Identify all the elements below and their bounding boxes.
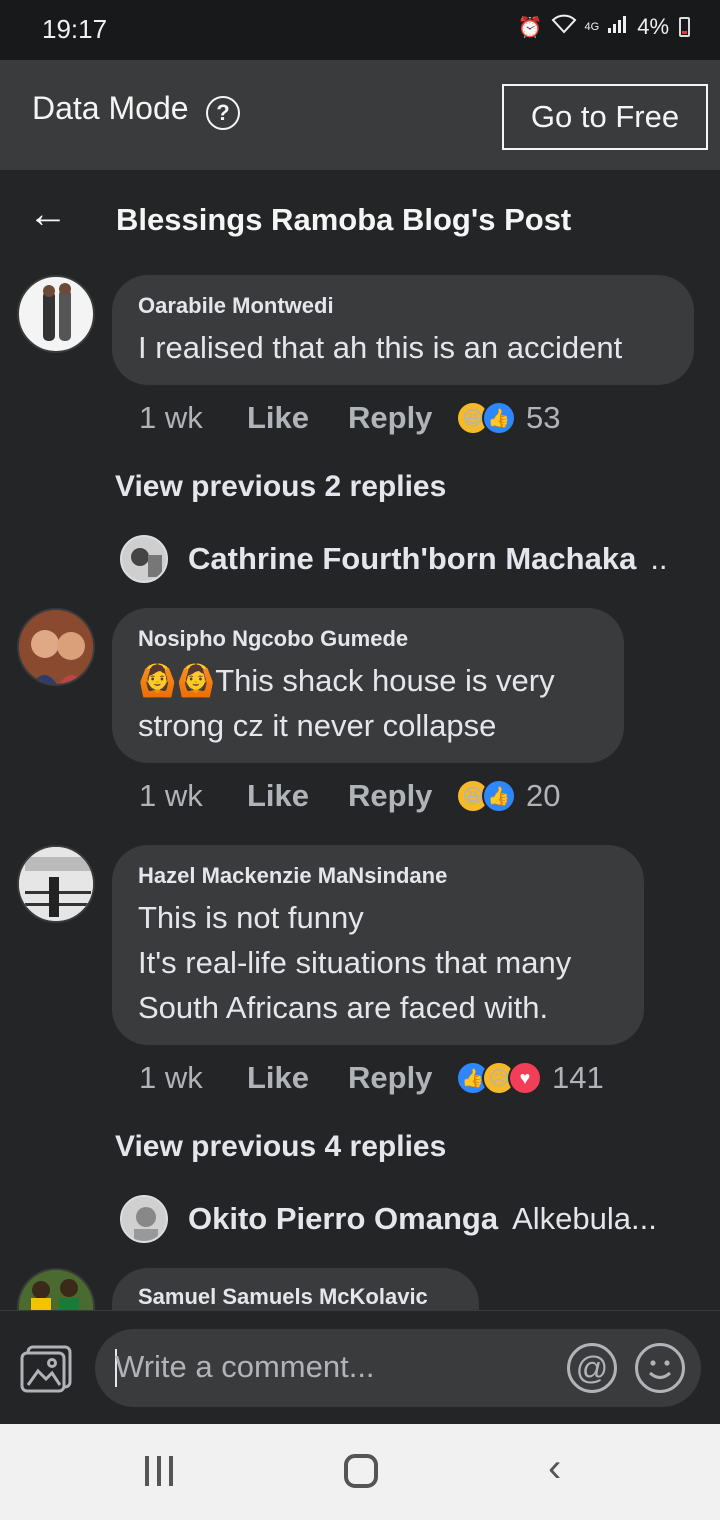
- comment-placeholder: Write a comment...: [115, 1349, 375, 1384]
- mention-icon[interactable]: @: [567, 1343, 617, 1393]
- person-gesturing-ok-emoji: 🙆🙆: [138, 663, 216, 698]
- reply-text: Alkebula...: [512, 1201, 657, 1236]
- page-title: Blessings Ramoba Blog's Post: [116, 202, 572, 237]
- reply-author: Cathrine Fourth'born Machaka: [188, 541, 637, 576]
- network-type-label: 4G: [584, 20, 600, 33]
- help-icon[interactable]: ?: [206, 96, 240, 130]
- view-previous-replies[interactable]: View previous 2 replies: [115, 470, 446, 504]
- avatar[interactable]: [17, 608, 95, 686]
- data-mode-label: Data Mode: [32, 90, 189, 126]
- alarm-icon: ⏰: [517, 16, 543, 39]
- comment-author[interactable]: Samuel Samuels McKolavic: [138, 1284, 453, 1310]
- comment-text-line: South Africans are faced with.: [138, 990, 549, 1025]
- reply-preview[interactable]: Okito Pierro Omanga Alkebula...: [120, 1195, 657, 1243]
- avatar[interactable]: [17, 845, 95, 923]
- status-time: 19:17: [42, 14, 108, 44]
- comment-author[interactable]: Nosipho Ngcobo Gumede: [138, 626, 598, 652]
- comment-time: 1 wk: [139, 778, 203, 813]
- view-previous-replies[interactable]: View previous 4 replies: [115, 1130, 446, 1164]
- comment-bubble: Oarabile Montwedi I realised that ah thi…: [112, 275, 694, 385]
- post-header: ← Blessings Ramoba Blog's Post: [0, 170, 720, 262]
- reply-button[interactable]: Reply: [348, 400, 456, 436]
- photo-icon[interactable]: [20, 1345, 72, 1393]
- wifi-icon: [551, 14, 577, 40]
- emoji-icon[interactable]: [635, 1343, 685, 1393]
- reaction-count[interactable]: 141: [552, 1060, 604, 1096]
- comment-composer: Write a comment... @: [0, 1310, 720, 1424]
- battery-icon: [679, 17, 690, 37]
- love-reaction-icon: ♥: [508, 1061, 542, 1095]
- reply-button[interactable]: Reply: [348, 1060, 456, 1096]
- comment-actions: 1 wk Like Reply 😆 👍 53: [139, 400, 560, 436]
- comment-actions: 1 wk Like Reply 👍 😥 ♥ 141: [139, 1060, 604, 1096]
- avatar[interactable]: [17, 275, 95, 353]
- reply-preview[interactable]: Cathrine Fourth'born Machaka ..: [120, 535, 668, 583]
- comment-text-line: This is not funny: [138, 900, 364, 935]
- comment-author[interactable]: Oarabile Montwedi: [138, 293, 668, 319]
- reply-text: ..: [650, 541, 668, 576]
- comment-bubble: Samuel Samuels McKolavic: [112, 1268, 479, 1310]
- back-arrow-icon[interactable]: ←: [28, 192, 68, 237]
- recent-apps-icon[interactable]: [145, 1456, 173, 1486]
- signal-icon: [607, 14, 629, 40]
- reply-author: Okito Pierro Omanga: [188, 1201, 499, 1236]
- comment-time: 1 wk: [139, 1060, 203, 1095]
- nav-back-icon[interactable]: ‹: [548, 1446, 561, 1491]
- go-to-free-button[interactable]: Go to Free: [502, 84, 708, 150]
- status-icons: ⏰ 4G 4%: [518, 14, 690, 40]
- like-reaction-icon: 👍: [482, 401, 516, 435]
- reply-button[interactable]: Reply: [348, 778, 456, 814]
- reaction-count[interactable]: 20: [526, 778, 560, 814]
- system-nav-bar: ‹: [0, 1424, 720, 1520]
- comment-text-line: It's real-life situations that many: [138, 945, 572, 980]
- reactions[interactable]: 😆 👍: [456, 401, 516, 435]
- comment-author[interactable]: Hazel Mackenzie MaNsindane: [138, 863, 618, 889]
- like-reaction-icon: 👍: [482, 779, 516, 813]
- comment-text: 🙆🙆This shack house is very strong cz it …: [138, 663, 555, 743]
- status-bar: 19:17 ⏰ 4G 4%: [0, 0, 720, 60]
- comment-bubble: Nosipho Ngcobo Gumede 🙆🙆This shack house…: [112, 608, 624, 763]
- comment-text: I realised that ah this is an accident: [138, 330, 623, 365]
- comment-input[interactable]: Write a comment... @: [95, 1329, 701, 1407]
- home-icon[interactable]: [344, 1454, 378, 1488]
- avatar[interactable]: [17, 1268, 95, 1310]
- comment-time: 1 wk: [139, 400, 203, 435]
- comment-actions: 1 wk Like Reply 😆 👍 20: [139, 778, 560, 814]
- data-mode-bar: Data Mode ? Go to Free: [0, 60, 720, 170]
- reactions[interactable]: 😆 👍: [456, 779, 516, 813]
- like-button[interactable]: Like: [247, 400, 348, 436]
- like-button[interactable]: Like: [247, 778, 348, 814]
- avatar: [120, 1195, 168, 1243]
- comment-bubble: Hazel Mackenzie MaNsindane This is not f…: [112, 845, 644, 1045]
- reactions[interactable]: 👍 😥 ♥: [456, 1061, 542, 1095]
- avatar: [120, 535, 168, 583]
- like-button[interactable]: Like: [247, 1060, 348, 1096]
- reaction-count[interactable]: 53: [526, 400, 560, 436]
- battery-percent: 4%: [637, 14, 669, 39]
